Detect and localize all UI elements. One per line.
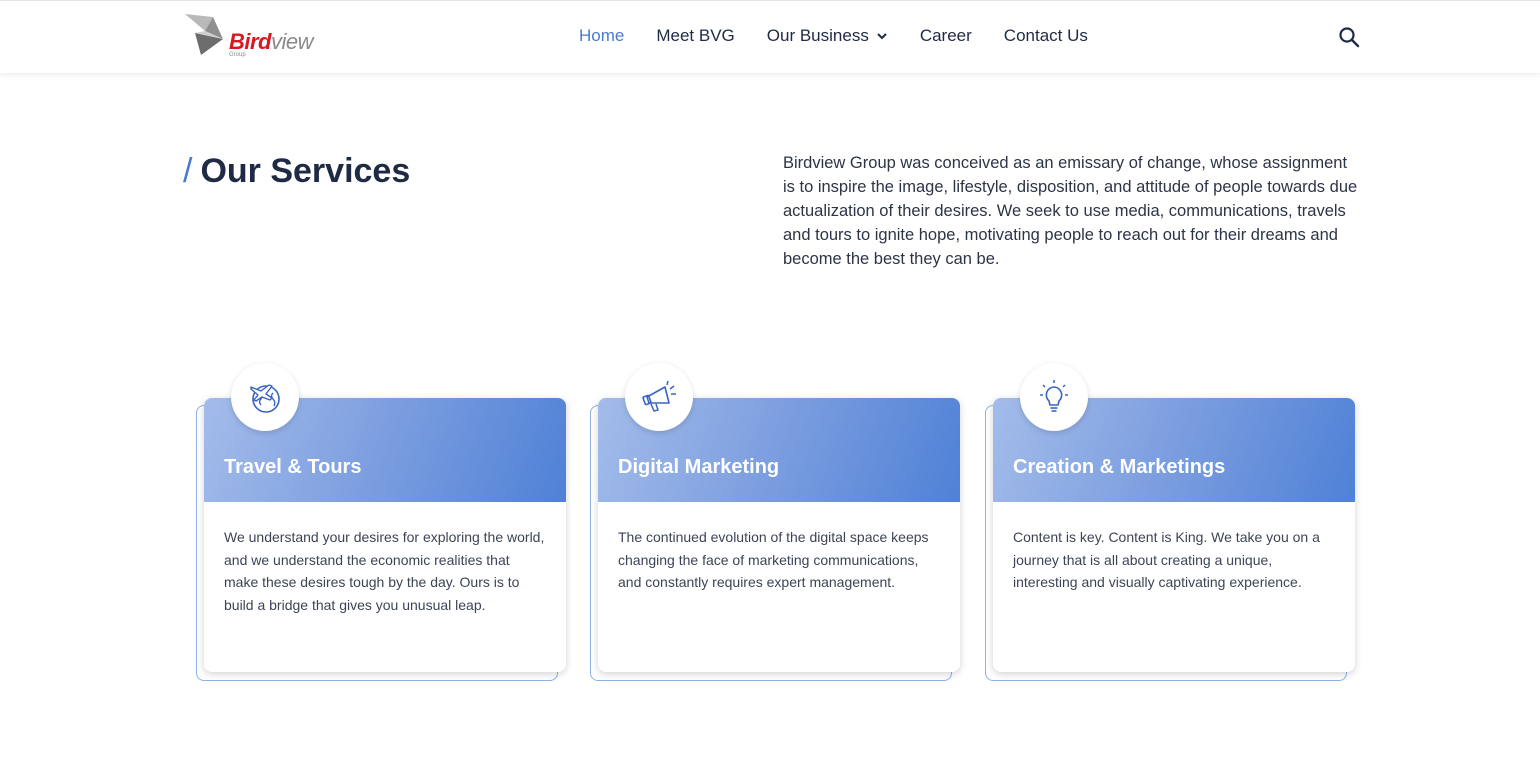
search-button[interactable] [1337, 25, 1361, 49]
service-card-creation[interactable]: Creation & Marketings Content is key. Co… [985, 363, 1365, 681]
title-slash: / [183, 152, 193, 190]
section-title: / Our Services [183, 152, 410, 191]
lightbulb-icon [1040, 380, 1068, 412]
main-nav: Home Meet BVG Our Business Career Contac… [579, 26, 1120, 46]
nav-career-label: Career [919, 26, 972, 45]
card-body-container: Travel & Tours We understand your desire… [204, 398, 566, 672]
nav-contact-us[interactable]: Contact Us [1004, 26, 1088, 46]
card-text: We understand your desires for exploring… [224, 529, 545, 613]
card-body-container: Creation & Marketings Content is key. Co… [993, 398, 1355, 672]
nav-meet-bvg-label: Meet BVG [656, 26, 735, 45]
origami-bird-icon [185, 14, 223, 55]
nav-career[interactable]: Career [920, 26, 972, 46]
card-body-container: Digital Marketing The continued evolutio… [598, 398, 960, 672]
card-icon-circle [625, 363, 693, 431]
nav-home-label: Home [579, 26, 625, 45]
chevron-down-icon [877, 33, 887, 40]
card-icon-circle [231, 363, 299, 431]
birdview-logo[interactable]: Birdview Group [183, 11, 328, 63]
logo-subtext: Group [229, 52, 246, 58]
nav-meet-bvg[interactable]: Meet BVG [656, 26, 734, 46]
search-icon [1339, 27, 1360, 48]
site-header: Birdview Group Home Meet BVG Our Busines… [0, 0, 1540, 73]
card-icon-circle [1020, 363, 1088, 431]
section-intro: Birdview Group was conceived as an emiss… [783, 154, 1358, 268]
card-title: Digital Marketing [618, 456, 780, 478]
megaphone-icon [642, 380, 676, 412]
card-title: Creation & Marketings [1013, 456, 1226, 478]
logo-wordmark-gray: view [271, 29, 314, 54]
service-card-digital-marketing[interactable]: Digital Marketing The continued evolutio… [590, 363, 970, 681]
nav-contact-us-label: Contact Us [1003, 26, 1088, 45]
logo-wordmark-red: Bird [229, 29, 272, 54]
section-title-text: Our Services [200, 152, 411, 190]
service-card-travel[interactable]: Travel & Tours We understand your desire… [196, 363, 576, 681]
nav-our-business-label: Our Business [766, 26, 869, 45]
card-text: The continued evolution of the digital s… [618, 529, 929, 590]
card-title: Travel & Tours [224, 456, 362, 478]
nav-our-business[interactable]: Our Business [767, 26, 888, 46]
card-text: Content is key. Content is King. We take… [1013, 529, 1320, 590]
nav-home[interactable]: Home [579, 26, 624, 46]
globe-plane-icon [250, 384, 280, 413]
